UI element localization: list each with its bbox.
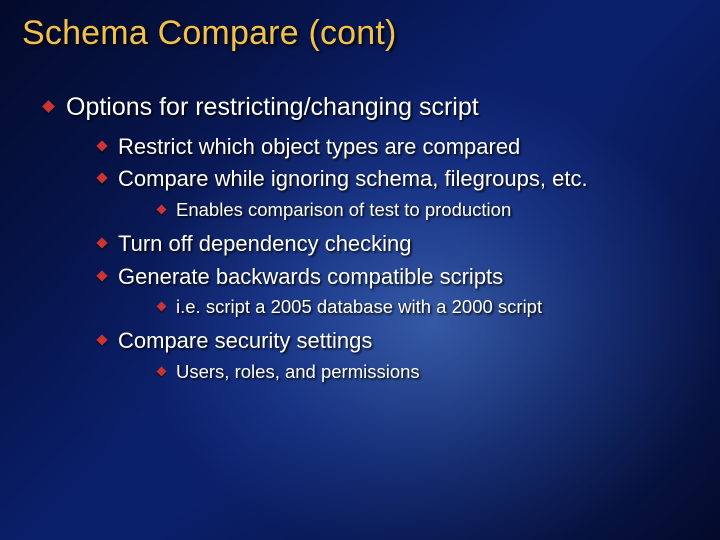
list-item: Turn off dependency checking bbox=[66, 229, 698, 259]
list-item: Restrict which object types are compared bbox=[66, 132, 698, 162]
bullet-text: Enables comparison of test to production bbox=[176, 199, 511, 220]
bullet-list-lvl3: Users, roles, and permissions bbox=[118, 360, 698, 385]
bullet-text: Compare while ignoring schema, filegroup… bbox=[118, 166, 588, 191]
bullet-list-lvl3: Enables comparison of test to production bbox=[118, 198, 698, 223]
slide: Schema Compare (cont) Options for restri… bbox=[0, 0, 720, 540]
bullet-text: Restrict which object types are compared bbox=[118, 134, 520, 159]
list-item: Compare while ignoring schema, filegroup… bbox=[66, 164, 698, 223]
bullet-text: i.e. script a 2005 database with a 2000 … bbox=[176, 296, 542, 317]
list-item: Enables comparison of test to production bbox=[118, 198, 698, 223]
bullet-list-lvl1: Options for restricting/changing script … bbox=[22, 91, 698, 385]
bullet-text: Options for restricting/changing script bbox=[66, 93, 479, 121]
list-item: Options for restricting/changing script … bbox=[22, 91, 698, 385]
bullet-list-lvl3: i.e. script a 2005 database with a 2000 … bbox=[118, 295, 698, 320]
bullet-text: Compare security settings bbox=[118, 328, 372, 353]
list-item: i.e. script a 2005 database with a 2000 … bbox=[118, 295, 698, 320]
bullet-text: Users, roles, and permissions bbox=[176, 361, 420, 382]
bullet-text: Turn off dependency checking bbox=[118, 231, 412, 256]
list-item: Compare security settings Users, roles, … bbox=[66, 326, 698, 385]
slide-title: Schema Compare (cont) bbox=[22, 14, 698, 53]
bullet-text: Generate backwards compatible scripts bbox=[118, 264, 503, 289]
list-item: Users, roles, and permissions bbox=[118, 360, 698, 385]
bullet-list-lvl2: Restrict which object types are compared… bbox=[66, 132, 698, 385]
list-item: Generate backwards compatible scripts i.… bbox=[66, 262, 698, 321]
